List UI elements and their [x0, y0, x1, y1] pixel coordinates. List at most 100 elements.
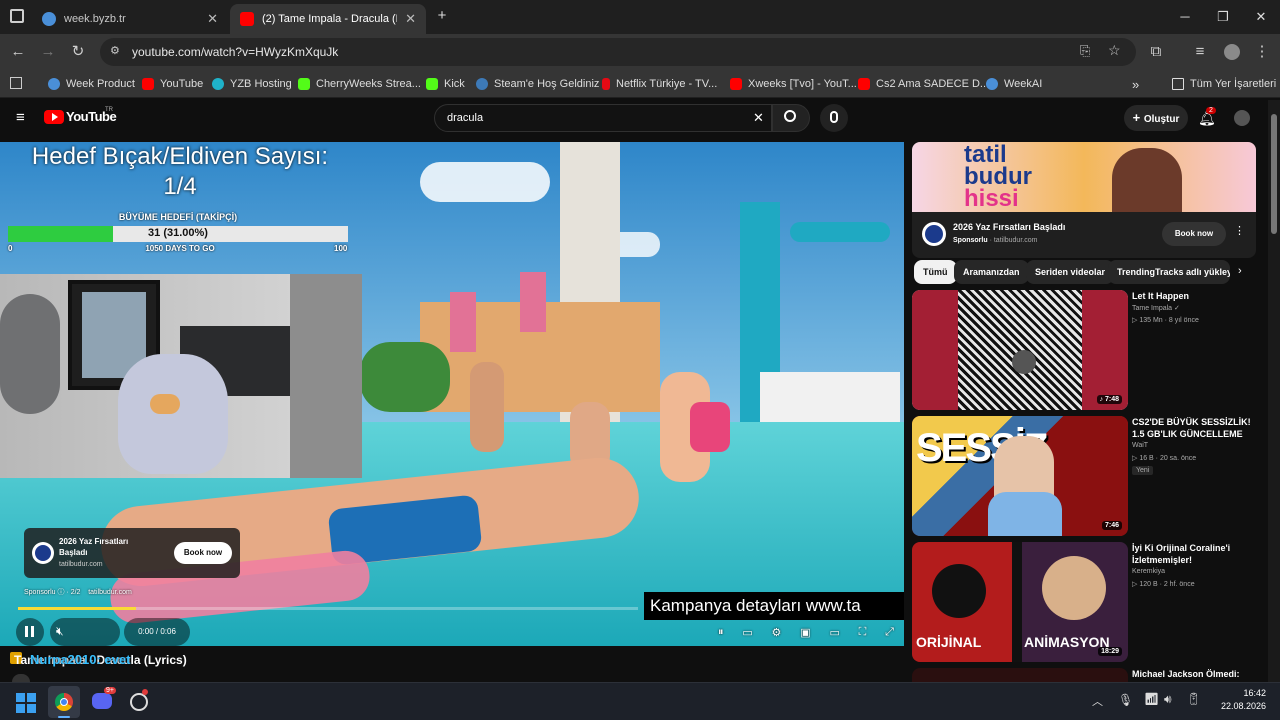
chrome-taskbar-button[interactable]: [48, 686, 80, 718]
app-icon[interactable]: [130, 693, 148, 711]
bookmark-netflix[interactable]: Netflix Türkiye - TV...: [602, 76, 717, 92]
media-control-icon[interactable]: ≡: [1190, 42, 1210, 62]
close-window-icon[interactable]: ✕: [1246, 6, 1276, 28]
start-button[interactable]: [16, 693, 36, 713]
address-bar[interactable]: ⚙ youtube.com/watch?v=HWyzKmXquJk ⎘ ☆: [100, 38, 1136, 66]
video-progress-bar[interactable]: [18, 607, 638, 610]
url-text: youtube.com/watch?v=HWyzKmXquJk: [132, 45, 339, 59]
video-channel[interactable]: Tame Impala ✓: [1132, 304, 1180, 312]
video-thumbnail[interactable]: ORİJİNAL ANİMASYON 18:29: [912, 542, 1128, 662]
voice-search-button[interactable]: [820, 104, 848, 132]
bookmark-kick[interactable]: Kick: [426, 76, 465, 92]
hamburger-menu-icon[interactable]: ≡: [16, 110, 30, 126]
autoplay-toggle-icon[interactable]: ⏸: [718, 626, 724, 639]
ad-book-now-button[interactable]: Book now: [174, 542, 232, 564]
microphone-tray-icon[interactable]: 🎙︎: [1118, 693, 1133, 707]
clock[interactable]: 16:42 22.08.2026: [1210, 687, 1266, 713]
video-thumbnail[interactable]: ♪ 7:48: [912, 290, 1128, 410]
video-title[interactable]: CS2'DE BÜYÜK SESSİZLİK! 1.5 GB'LIK GÜNCE…: [1132, 416, 1256, 440]
install-app-icon[interactable]: ⎘: [1080, 43, 1090, 59]
subtitles-icon[interactable]: ▭: [742, 626, 752, 639]
scrollbar-thumb[interactable]: [1271, 114, 1277, 234]
fullscreen-icon[interactable]: ⤢: [885, 626, 894, 639]
pause-icon: [25, 626, 28, 637]
close-tab-icon[interactable]: ✕: [207, 11, 218, 27]
wifi-icon[interactable]: 📶︎: [1144, 692, 1159, 706]
account-avatar[interactable]: [1234, 110, 1250, 126]
ad-domain-link[interactable]: tatilbudur.com: [88, 589, 132, 596]
tab-search-icon[interactable]: [10, 9, 24, 23]
back-icon[interactable]: ←: [8, 42, 28, 62]
apps-grid-icon[interactable]: [10, 77, 22, 89]
chip-series[interactable]: Seriden videolar: [1026, 260, 1115, 284]
bookmark-yzb-hosting[interactable]: YZB Hosting: [212, 76, 292, 92]
mute-icon[interactable]: 🔇︎: [56, 624, 64, 639]
new-tab-icon[interactable]: +: [434, 8, 450, 24]
tray-overflow-icon[interactable]: ︿: [1092, 693, 1103, 709]
video-title[interactable]: Michael Jackson Ölmedi:: [1132, 668, 1256, 680]
sidebar-ad-banner[interactable]: tatil budur hissi: [912, 142, 1256, 212]
forward-icon[interactable]: →: [38, 42, 58, 62]
all-bookmarks-folder[interactable]: Tüm Yer İşaretleri: [1172, 76, 1276, 92]
bookmark-youtube[interactable]: YouTube: [142, 76, 203, 92]
site-info-icon[interactable]: ⚙: [110, 44, 120, 57]
region-code: TR: [105, 107, 113, 113]
bookmark-star-icon[interactable]: ☆: [1108, 42, 1121, 59]
sidebar-ad-info[interactable]: 2026 Yaz Fırsatları Başladı Sponsorlu · …: [912, 212, 1256, 258]
ad-title-line: Başladı: [59, 548, 88, 557]
video-channel[interactable]: Keremkiya: [1132, 568, 1165, 575]
search-input[interactable]: dracula ✕: [434, 104, 772, 132]
meta-text: 135 Mn · 8 yıl önce: [1139, 317, 1199, 324]
volume-icon[interactable]: 🔊︎: [1164, 692, 1172, 707]
minimize-icon[interactable]: ─: [1170, 6, 1200, 28]
chip-from-search[interactable]: Aramanızdan: [954, 260, 1029, 284]
channel-avatar[interactable]: [12, 674, 30, 682]
bookmark-weekai[interactable]: WeekAI: [986, 76, 1042, 92]
battery-icon[interactable]: 🔋︎: [1186, 692, 1201, 706]
netflix-icon: [602, 78, 610, 90]
theater-mode-icon[interactable]: ▭: [829, 626, 839, 639]
video-channel[interactable]: WaiT: [1132, 442, 1148, 449]
video-title[interactable]: İyi Ki Orijinal Coraline'i İzletmemişler…: [1132, 542, 1256, 566]
profile-avatar[interactable]: [1224, 44, 1240, 60]
pause-button[interactable]: [16, 618, 44, 646]
recommendations-sidebar: tatil budur hissi 2026 Yaz Fırsatları Ba…: [912, 142, 1258, 682]
close-tab-icon[interactable]: ✕: [405, 11, 416, 27]
ad-card[interactable]: 2026 Yaz Fırsatları Başladı tatilbudur.c…: [24, 528, 240, 578]
video-thumbnail[interactable]: [912, 668, 1128, 682]
cast-icon[interactable]: ⛶: [859, 626, 867, 639]
youtube-logo-icon[interactable]: [44, 110, 64, 124]
bookmarks-overflow-icon[interactable]: »: [1132, 76, 1139, 92]
video-title[interactable]: Let It Happen: [1132, 290, 1256, 302]
more-options-icon[interactable]: ⋮: [1234, 224, 1245, 237]
reload-icon[interactable]: ↻: [68, 42, 88, 62]
bookmark-label: Kick: [444, 78, 465, 90]
settings-gear-icon[interactable]: ⚙: [772, 626, 782, 639]
webcam-overlay: [0, 274, 362, 478]
bookmark-cs2[interactable]: Cs2 Ama SADECE D...: [858, 76, 989, 92]
bookmark-xweeks[interactable]: Xweeks [Tvo] - YouT...: [730, 76, 857, 92]
extensions-icon[interactable]: ⧉: [1146, 42, 1166, 62]
sidebar-book-now-button[interactable]: Book now: [1162, 222, 1226, 246]
tab-youtube-dracula[interactable]: (2) Tame Impala - Dracula (Lyric ✕: [230, 4, 426, 34]
chip-trending[interactable]: TrendingTracks adlı yükley: [1108, 260, 1230, 284]
volume-control[interactable]: 🔇︎: [50, 618, 120, 646]
clear-search-icon[interactable]: ✕: [753, 110, 764, 126]
chrome-menu-icon[interactable]: ⋮: [1252, 42, 1272, 62]
create-button[interactable]: + Oluştur: [1124, 105, 1188, 131]
page-scrollbar[interactable]: [1268, 100, 1280, 682]
yzb-icon: [212, 78, 224, 90]
bookmark-week-product[interactable]: Week Product: [48, 76, 135, 92]
search-button[interactable]: [772, 104, 810, 132]
tab-week-byzb[interactable]: week.byzb.tr ✕: [32, 4, 228, 34]
sponsored-label: Sponsorlu: [24, 589, 56, 596]
discord-icon[interactable]: [92, 693, 112, 709]
video-thumbnail[interactable]: SESSİZ 7:46: [912, 416, 1128, 536]
chips-next-icon[interactable]: ›: [1238, 265, 1242, 277]
miniplayer-icon[interactable]: ▣: [800, 626, 810, 639]
chip-all[interactable]: Tümü: [914, 260, 957, 284]
maximize-icon[interactable]: ❐: [1208, 6, 1238, 28]
bookmark-steam[interactable]: Steam'e Hoş Geldiniz: [476, 76, 599, 92]
bookmark-cherryweeks[interactable]: CherryWeeks Strea...: [298, 76, 421, 92]
video-player[interactable]: Hedef Bıçak/Eldiven Sayısı: 1/4 BÜYÜME H…: [0, 142, 904, 646]
